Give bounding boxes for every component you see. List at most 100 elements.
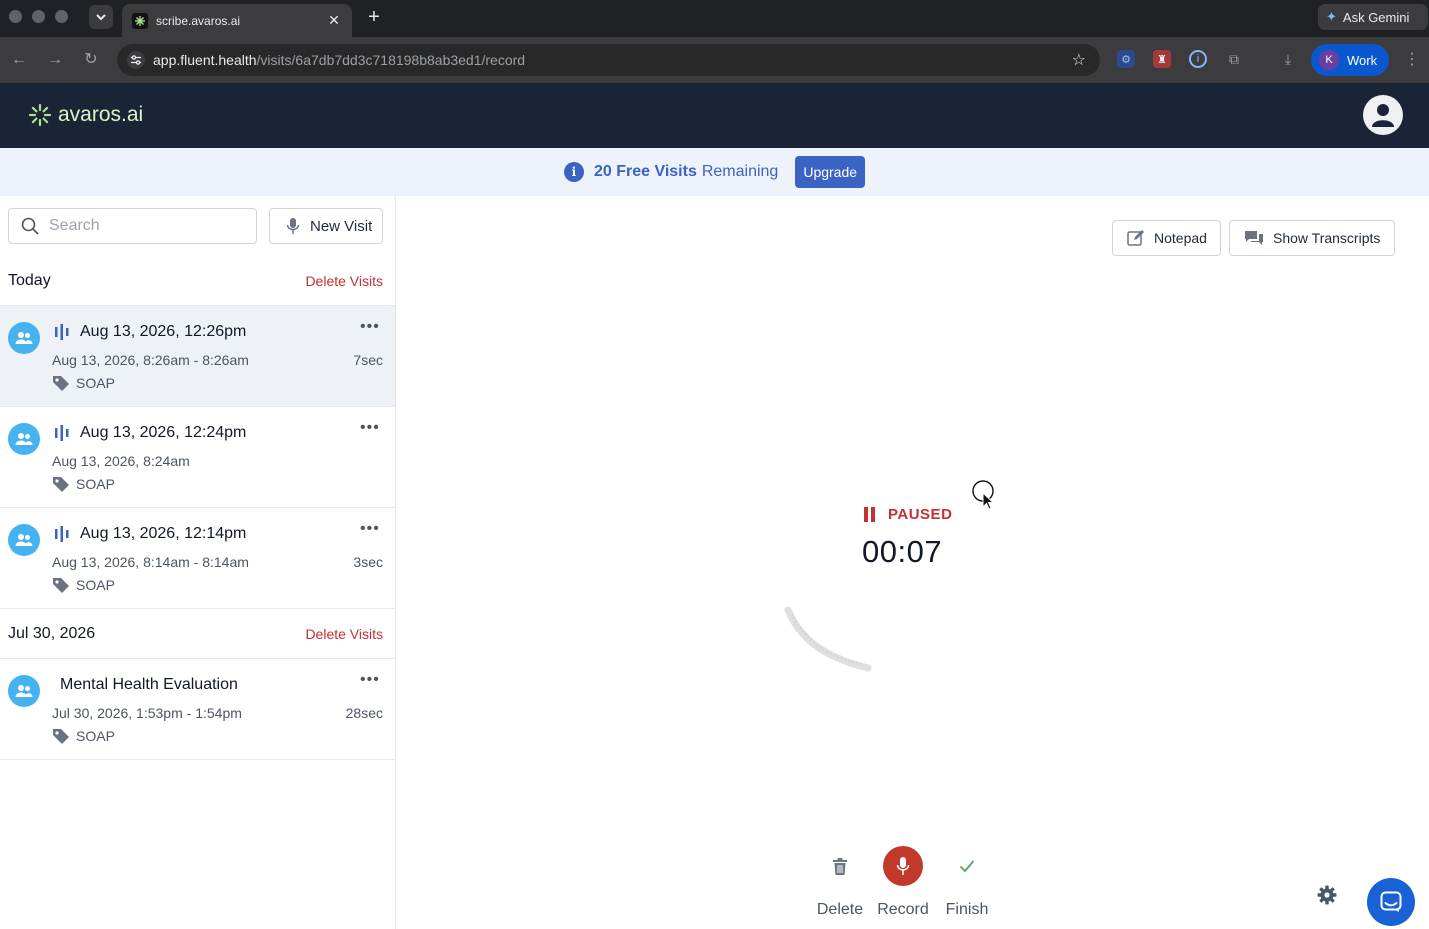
profile-button[interactable]: K Work	[1311, 44, 1389, 76]
recording-panel: Notepad Show Transcripts PAUSED 00:07 De…	[396, 196, 1429, 929]
user-icon	[1372, 104, 1394, 127]
audio-waveform-icon	[55, 425, 69, 441]
tag-icon	[53, 477, 69, 492]
tab-title: scribe.avaros.ai	[156, 13, 241, 28]
patient-group-icon	[8, 524, 40, 556]
finish-recording-control[interactable]: Finish	[937, 846, 997, 919]
chevron-down-icon	[96, 14, 106, 21]
url-path: /visits/6a7db7dd3c718198b8ab3ed1/record	[256, 52, 526, 68]
tag-icon	[53, 376, 69, 391]
settings-gear-icon[interactable]	[1317, 885, 1337, 905]
browser-toolbar: ← → ↻ app.fluent.health/visits/6a7db7dd3…	[0, 37, 1429, 83]
extension-password-icon[interactable]: i	[1189, 50, 1207, 68]
browser-tab[interactable]: scribe.avaros.ai ✕	[122, 4, 352, 37]
visit-item[interactable]: Aug 13, 2026, 12:26pm ••• Aug 13, 2026, …	[0, 306, 395, 407]
free-visits-remaining-label: Remaining	[701, 163, 779, 180]
visit-duration: 7sec	[353, 352, 383, 368]
recording-status-label: PAUSED	[888, 506, 953, 523]
visit-title: Aug 13, 2026, 12:26pm	[80, 323, 247, 340]
visit-tag-label: SOAP	[76, 728, 115, 744]
visit-time-range: Jul 30, 2026, 1:53pm - 1:54pm	[52, 705, 242, 721]
record-button[interactable]	[883, 846, 923, 886]
tab-search-button[interactable]	[89, 5, 113, 29]
visit-options-ellipsis-icon[interactable]: •••	[360, 419, 380, 437]
patient-group-icon	[8, 675, 40, 707]
recording-timer: 00:07	[862, 534, 943, 569]
browser-menu-icon[interactable]: ⋮	[1404, 50, 1420, 70]
delete-label: Delete	[816, 901, 864, 918]
visit-tag-label: SOAP	[76, 577, 115, 593]
brand-logo[interactable]: avaros.ai	[28, 103, 143, 127]
forward-arrow-icon[interactable]: →	[45, 50, 65, 70]
visit-options-ellipsis-icon[interactable]: •••	[360, 520, 380, 538]
visit-title: Aug 13, 2026, 12:24pm	[80, 424, 247, 441]
address-bar[interactable]: app.fluent.health/visits/6a7db7dd3c71819…	[117, 44, 1100, 76]
edit-pencil-icon	[1127, 230, 1144, 246]
visit-item[interactable]: Aug 13, 2026, 12:14pm ••• Aug 13, 2026, …	[0, 508, 395, 609]
extension-gear-icon[interactable]: ⚙	[1117, 50, 1135, 68]
delete-visits-link[interactable]: Delete Visits	[305, 626, 383, 642]
url-host: app.fluent.health	[153, 52, 257, 68]
ask-gemini-button[interactable]: ✦ Ask Gemini	[1318, 4, 1428, 30]
search-input[interactable]	[49, 217, 249, 235]
bookmark-star-icon[interactable]: ☆	[1072, 50, 1086, 70]
visit-duration: 28sec	[345, 705, 383, 721]
delete-visits-link[interactable]: Delete Visits	[305, 273, 383, 289]
search-icon	[21, 217, 39, 235]
support-chat-button[interactable]	[1367, 878, 1415, 926]
ask-gemini-label: Ask Gemini	[1342, 9, 1410, 25]
back-arrow-icon[interactable]: ←	[9, 50, 29, 70]
show-transcripts-button[interactable]: Show Transcripts	[1229, 220, 1395, 256]
audio-waveform-icon	[55, 324, 69, 340]
free-visits-banner: i 20 Free Visits Remaining Upgrade	[0, 148, 1429, 196]
pause-icon	[864, 507, 878, 522]
audio-waveform-icon	[55, 526, 69, 542]
visit-tag: SOAP	[52, 375, 115, 391]
upgrade-button[interactable]: Upgrade	[795, 156, 866, 188]
profile-label: Work	[1347, 52, 1378, 68]
downloads-icon[interactable]: ⤓	[1279, 50, 1297, 68]
show-transcripts-label: Show Transcripts	[1273, 230, 1381, 246]
visit-title: Mental Health Evaluation	[60, 676, 238, 693]
record-control[interactable]: Record	[873, 846, 933, 919]
chat-message-icon	[1380, 891, 1402, 912]
tab-close-icon[interactable]: ✕	[326, 12, 342, 29]
free-visits-count: 20 Free Visits	[593, 163, 697, 180]
visit-tag: SOAP	[52, 476, 115, 492]
window-zoom-button[interactable]	[55, 10, 68, 23]
mouse-cursor-icon	[972, 480, 995, 510]
notepad-label: Notepad	[1154, 230, 1207, 246]
visit-tag: SOAP	[52, 728, 115, 744]
profile-avatar: K	[1319, 50, 1339, 70]
reload-icon[interactable]: ↻	[81, 50, 101, 70]
record-label: Record	[877, 901, 929, 918]
new-tab-plus-icon[interactable]: +	[364, 6, 384, 28]
new-visit-label: New Visit	[310, 217, 373, 235]
visit-item[interactable]: Mental Health Evaluation ••• Jul 30, 202…	[0, 659, 395, 760]
brand-name: avaros.ai	[58, 103, 144, 126]
visit-item[interactable]: Aug 13, 2026, 12:24pm ••• Aug 13, 2026, …	[0, 407, 395, 508]
info-icon: i	[563, 162, 584, 182]
visit-tag-label: SOAP	[76, 476, 115, 492]
new-visit-button[interactable]: New Visit	[269, 208, 383, 244]
avaros-favicon-icon	[132, 12, 148, 29]
extension-castle-icon[interactable]: ♜	[1153, 50, 1171, 68]
notepad-button[interactable]: Notepad	[1112, 220, 1221, 256]
microphone-icon	[896, 857, 910, 875]
group-header-today: Today Delete Visits	[0, 256, 395, 306]
patient-group-icon	[8, 423, 40, 455]
extensions-puzzle-icon[interactable]: ⧉	[1225, 50, 1243, 68]
visit-options-ellipsis-icon[interactable]: •••	[360, 318, 380, 336]
user-menu-button[interactable]	[1363, 95, 1403, 135]
window-minimize-button[interactable]	[32, 10, 45, 23]
delete-recording-control[interactable]: Delete	[810, 846, 870, 919]
site-info-tune-icon[interactable]	[127, 51, 145, 69]
browser-tab-strip: scribe.avaros.ai ✕ + ✦ Ask Gemini	[0, 0, 1429, 37]
trash-icon	[820, 846, 860, 886]
search-box[interactable]	[8, 208, 257, 244]
group-title: Today	[8, 272, 51, 289]
visit-options-ellipsis-icon[interactable]: •••	[360, 671, 380, 689]
checkmark-icon	[947, 846, 987, 886]
window-close-button[interactable]	[9, 10, 22, 23]
visit-tag-label: SOAP	[76, 375, 115, 391]
